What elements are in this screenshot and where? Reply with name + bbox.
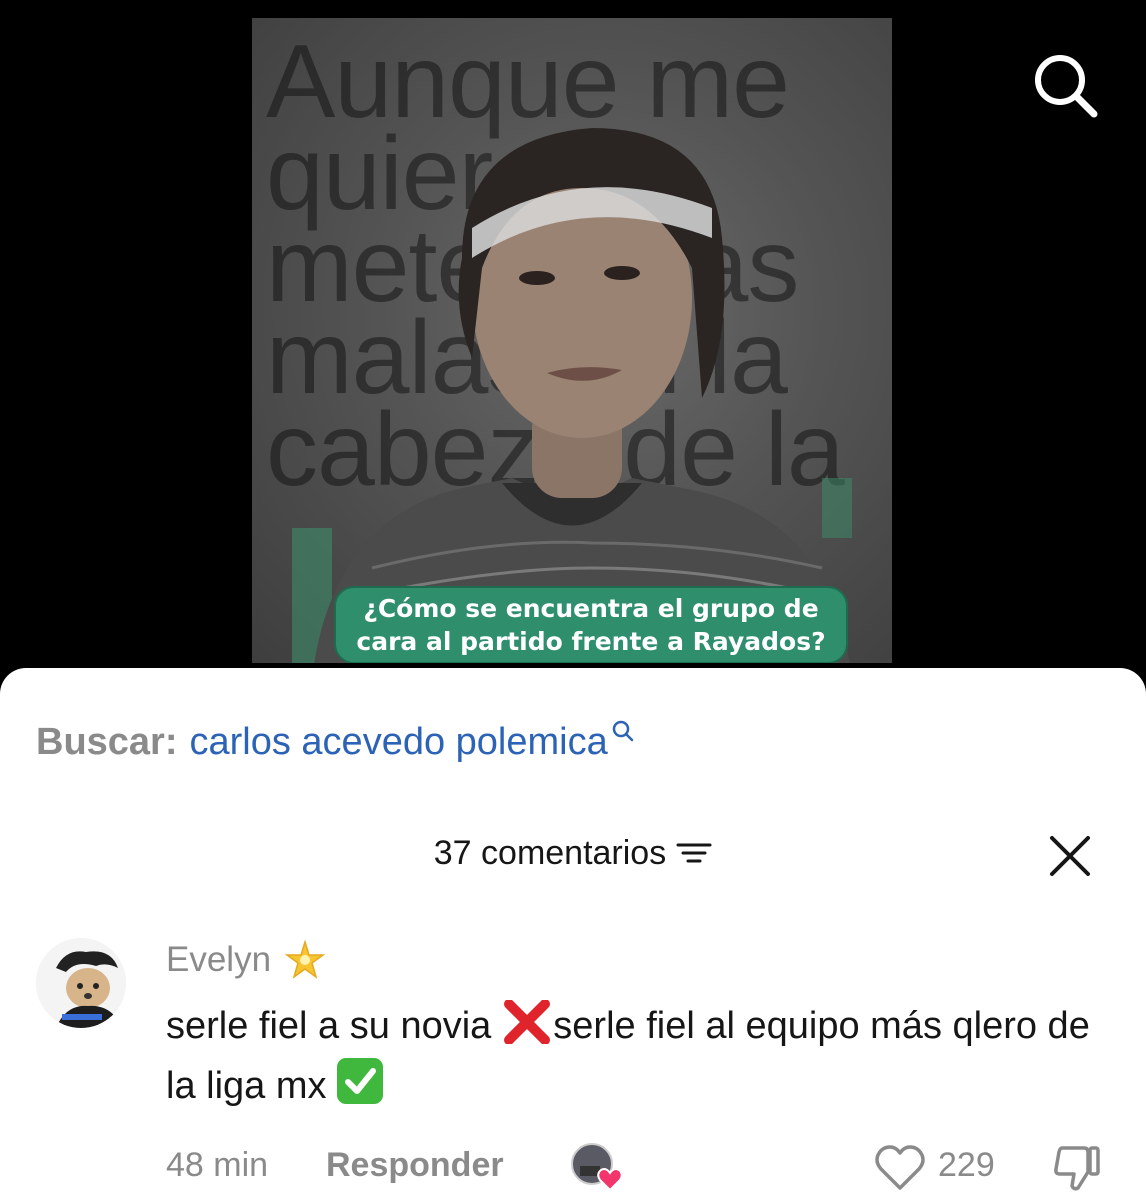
like-heart-icon[interactable] (874, 1144, 926, 1192)
video-person-image (292, 128, 852, 663)
comment-text-part-1: serle fiel a su novia (166, 1005, 492, 1047)
video-caption: ¿Cómo se encuentra el grupo de cara al p… (334, 586, 848, 663)
avatar-image (36, 938, 126, 1028)
like-count: 229 (938, 1146, 995, 1184)
comments-sheet: Buscar: carlos acevedo polemica 37 comen… (0, 668, 1146, 1200)
star-icon (284, 939, 326, 979)
search-icon[interactable] (1030, 50, 1100, 120)
check-mark-icon (336, 1058, 383, 1104)
video-frame[interactable]: Aunque me quiero meter ideas malas en la… (252, 18, 892, 663)
username-text[interactable]: Evelyn (166, 940, 271, 980)
small-search-icon (612, 720, 633, 742)
avatar[interactable] (36, 938, 126, 1028)
caption-line-2: cara al partido frente a Rayados? (356, 627, 826, 656)
dislike-icon[interactable] (1050, 1142, 1102, 1194)
close-icon[interactable] (1046, 832, 1094, 880)
search-suggestion-label: Buscar: (36, 721, 178, 763)
comment-time: 48 min (166, 1146, 269, 1184)
creator-liked-icon (571, 1143, 623, 1192)
comment-text: serle fiel a su novia serle fiel al equi… (166, 996, 1126, 1116)
comments-count-title: 37 comentarios (433, 833, 667, 872)
caption-line-1: ¿Cómo se encuentra el grupo de (363, 594, 819, 623)
cross-mark-icon (504, 1000, 551, 1044)
search-suggestion[interactable]: Buscar: carlos acevedo polemica (36, 720, 636, 764)
comment-username[interactable]: Evelyn (166, 938, 327, 982)
reply-button[interactable]: Responder (326, 1146, 504, 1185)
comment-meta-row: 48 min Responder 229 (166, 1143, 1116, 1192)
video-area: Aunque me quiero meter ideas malas en la… (0, 0, 1146, 700)
search-suggestion-query[interactable]: carlos acevedo polemica (190, 720, 608, 764)
comments-header: 37 comentarios (0, 828, 1146, 878)
filter-icon[interactable] (676, 838, 712, 868)
